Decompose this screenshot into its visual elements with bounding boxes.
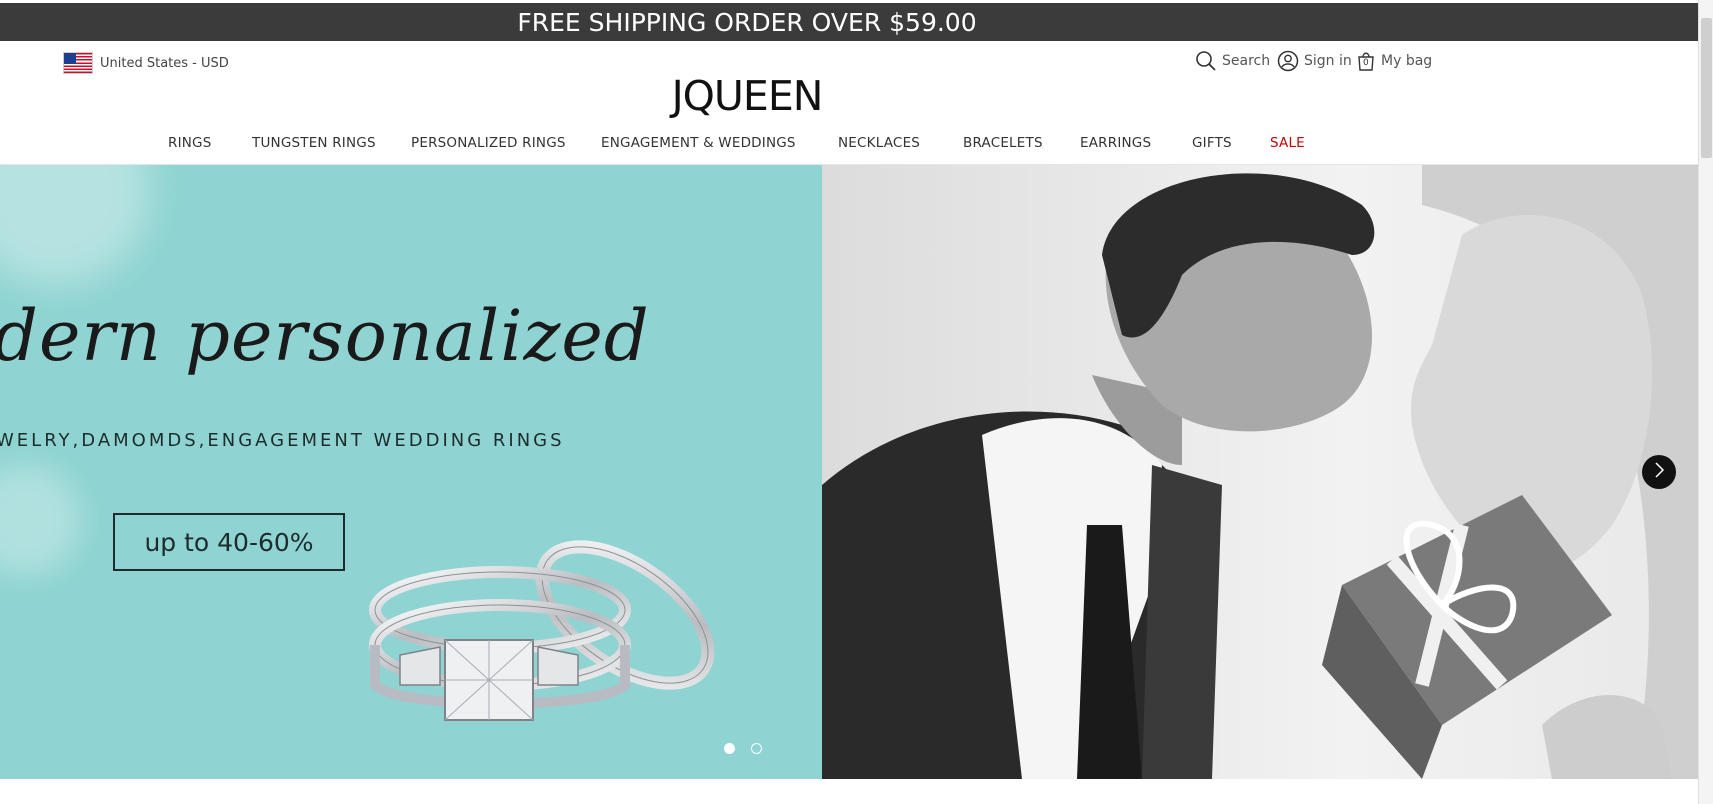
page-scrollbar[interactable] — [1698, 0, 1713, 804]
hero-promo-panel: odern personalized WELRY,DAMOMDS,ENGAGEM… — [0, 165, 822, 779]
hero-photo-couple — [822, 165, 1698, 779]
nav-item-necklaces[interactable]: NECKLACES — [838, 135, 920, 151]
bag-count: 0 — [1363, 58, 1369, 68]
slider-dot-2[interactable] — [751, 743, 762, 754]
chevron-right-icon — [1652, 461, 1666, 483]
promo-button[interactable]: up to 40-60% — [113, 513, 345, 571]
nav-item-sale[interactable]: SALE — [1270, 135, 1305, 151]
bokeh-decoration — [0, 165, 150, 285]
scrollbar-thumb[interactable] — [1701, 18, 1712, 158]
hero-script-headline: odern personalized — [0, 295, 650, 377]
nav-item-rings[interactable]: RINGS — [168, 135, 212, 151]
search-label: Search — [1222, 53, 1271, 69]
search-link[interactable]: Search — [1195, 50, 1270, 72]
us-flag-icon — [63, 52, 93, 74]
nav-item-bracelets[interactable]: BRACELETS — [963, 135, 1043, 151]
slider-dots — [724, 743, 762, 754]
locale-label: United States - USD — [100, 55, 229, 71]
my-bag-link[interactable]: 0 My bag — [1356, 50, 1432, 72]
search-icon — [1195, 50, 1217, 72]
main-nav: RINGS TUNGSTEN RINGS PERSONALIZED RINGS … — [0, 135, 1698, 165]
user-icon — [1277, 50, 1299, 72]
hero-slider[interactable]: odern personalized WELRY,DAMOMDS,ENGAGEM… — [0, 165, 1698, 779]
nav-item-earrings[interactable]: EARRINGS — [1080, 135, 1151, 151]
bag-icon: 0 — [1356, 50, 1376, 72]
shipping-banner-text: FREE SHIPPING ORDER OVER $59.00 — [517, 8, 977, 37]
bokeh-decoration — [0, 465, 80, 575]
locale-selector[interactable]: United States - USD — [63, 52, 229, 74]
nav-item-tungsten-rings[interactable]: TUNGSTEN RINGS — [252, 135, 376, 151]
sign-in-label: Sign in — [1304, 53, 1352, 69]
nav-item-personalized-rings[interactable]: PERSONALIZED RINGS — [411, 135, 566, 151]
slider-next-button[interactable] — [1642, 455, 1676, 489]
sign-in-link[interactable]: Sign in — [1277, 50, 1352, 72]
couple-photo-illustration — [822, 165, 1698, 779]
shipping-banner: FREE SHIPPING ORDER OVER $59.00 — [0, 3, 1698, 41]
my-bag-label: My bag — [1381, 53, 1433, 69]
rings-illustration — [369, 540, 715, 721]
nav-item-engagement-weddings[interactable]: ENGAGEMENT & WEDDINGS — [601, 135, 796, 151]
hero-subline: WELRY,DAMOMDS,ENGAGEMENT WEDDING RINGS — [0, 430, 565, 451]
slider-dot-1[interactable] — [724, 743, 735, 754]
brand-logo[interactable]: JQUEEN — [0, 72, 1494, 120]
nav-item-gifts[interactable]: GIFTS — [1192, 135, 1232, 151]
